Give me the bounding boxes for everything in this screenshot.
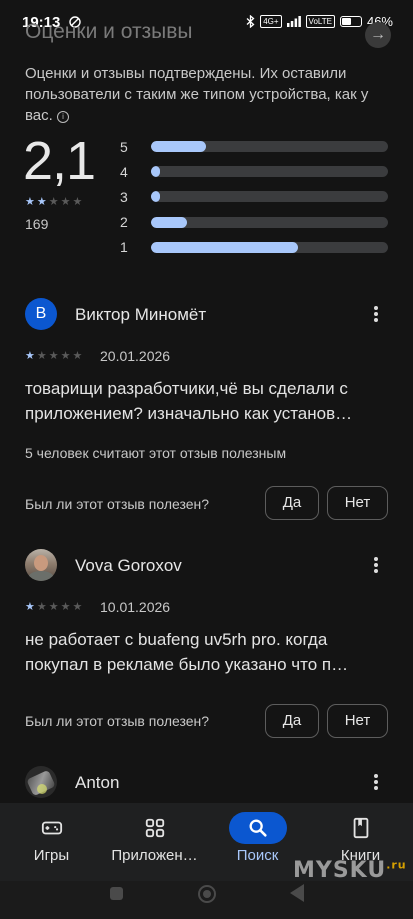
nav-label: Приложен… — [111, 847, 198, 864]
nav-icon-pill — [228, 812, 287, 844]
rating-distribution: 5 4 3 2 1 — [120, 134, 388, 260]
recents-icon[interactable] — [110, 887, 123, 900]
review-count: 169 — [25, 216, 49, 232]
star-icon: ★ — [72, 196, 83, 208]
verified-text: Оценки и отзывы подтверждены. Их оставил… — [25, 65, 369, 124]
volte-badge: VoLTE — [305, 15, 335, 28]
rating-bar-row: 3 — [120, 184, 388, 209]
review-author: Vova Goroxov — [75, 556, 182, 575]
helpful-question: Был ли этот отзыв полезен? — [25, 713, 210, 729]
search-icon — [249, 819, 267, 837]
avatar — [25, 549, 57, 581]
star-icon: ★ — [36, 601, 47, 613]
more-options-icon[interactable] — [366, 772, 386, 792]
nav-icon-pill — [126, 812, 184, 844]
back-icon[interactable] — [290, 884, 304, 902]
nav-games[interactable]: Игры — [0, 803, 103, 881]
average-rating: 2,1 — [23, 131, 96, 191]
helpful-count: 5 человек считают этот отзыв полезным — [25, 445, 287, 461]
bluetooth-icon — [246, 15, 255, 28]
helpful-question: Был ли этот отзыв полезен? — [25, 496, 210, 512]
rating-bar-row: 5 — [120, 134, 388, 159]
star-icon: ★ — [60, 350, 71, 362]
more-options-icon[interactable] — [366, 304, 386, 324]
signal-icon — [286, 16, 301, 27]
review-text[interactable]: не работает с buafeng uv5rh pro. когда п… — [25, 627, 395, 677]
home-icon[interactable] — [198, 885, 216, 903]
star-icon: ★ — [48, 196, 59, 208]
network-badge: 4G+ — [260, 15, 282, 28]
avatar — [25, 766, 57, 798]
rating-bar-label: 4 — [120, 163, 128, 180]
star-icon: ★ — [60, 196, 71, 208]
system-navigation — [0, 881, 413, 919]
rating-bar-fill — [151, 141, 206, 153]
star-icon: ★ — [72, 601, 83, 613]
star-icon: ★ — [36, 350, 47, 362]
review-stars: ★ ★ ★ ★ ★ — [25, 602, 82, 613]
info-icon[interactable]: i — [56, 111, 69, 123]
star-icon: ★ — [48, 350, 59, 362]
gamepad-icon — [41, 821, 62, 835]
star-icon: ★ — [60, 601, 71, 613]
review-text[interactable]: товарищи разработчики,чё вы сделали с пр… — [25, 376, 395, 426]
helpful-no-button[interactable]: Нет — [327, 486, 388, 520]
battery-icon — [339, 16, 362, 27]
nav-icon-pill — [332, 812, 390, 844]
watermark-logo: MYSKU.ru — [293, 858, 407, 883]
rating-bar-row: 4 — [120, 159, 388, 184]
rating-bar-track — [151, 216, 388, 228]
star-icon: ★ — [48, 601, 59, 613]
rating-bar-fill — [151, 241, 298, 253]
helpful-yes-button[interactable]: Да — [265, 486, 319, 520]
nav-icon-pill — [23, 812, 81, 844]
rating-bar-row: 2 — [120, 210, 388, 235]
book-icon — [353, 817, 368, 839]
review-author: Anton — [75, 773, 120, 792]
section-title: Оценки и отзывы — [25, 20, 193, 43]
star-icon: ★ — [25, 350, 35, 362]
rating-bar-track — [151, 241, 388, 253]
average-stars: ★ ★ ★ ★ ★ — [25, 197, 82, 208]
rating-bar-fill — [151, 166, 161, 178]
rating-bar-track — [151, 166, 388, 178]
review-stars: ★ ★ ★ ★ ★ — [25, 351, 82, 362]
star-icon: ★ — [25, 601, 35, 613]
rating-bar-label: 1 — [120, 239, 128, 256]
helpful-no-button[interactable]: Нет — [327, 704, 388, 738]
verified-notice: Оценки и отзывы подтверждены. Их оставил… — [25, 63, 395, 126]
review-date: 10.01.2026 — [100, 599, 171, 615]
star-icon: ★ — [25, 196, 35, 208]
rating-bar-label: 5 — [120, 138, 128, 155]
rating-bar-label: 2 — [120, 214, 128, 231]
star-icon: ★ — [36, 196, 47, 208]
helpful-yes-button[interactable]: Да — [265, 704, 319, 738]
rating-bar-row: 1 — [120, 235, 388, 260]
rating-bar-track — [151, 141, 388, 153]
rating-bar-fill — [151, 216, 187, 228]
apps-grid-icon — [145, 818, 164, 838]
more-options-icon[interactable] — [366, 555, 386, 575]
nav-apps[interactable]: Приложен… — [103, 803, 206, 881]
avatar: В — [25, 298, 57, 330]
review-author: Виктор Миномёт — [75, 305, 207, 324]
nav-label: Игры — [33, 847, 70, 864]
star-icon: ★ — [72, 350, 83, 362]
rating-bar-fill — [151, 191, 161, 203]
arrow-right-icon[interactable]: → — [365, 22, 391, 48]
rating-bar-label: 3 — [120, 188, 128, 205]
rating-bar-track — [151, 191, 388, 203]
review-date: 20.01.2026 — [100, 348, 171, 364]
